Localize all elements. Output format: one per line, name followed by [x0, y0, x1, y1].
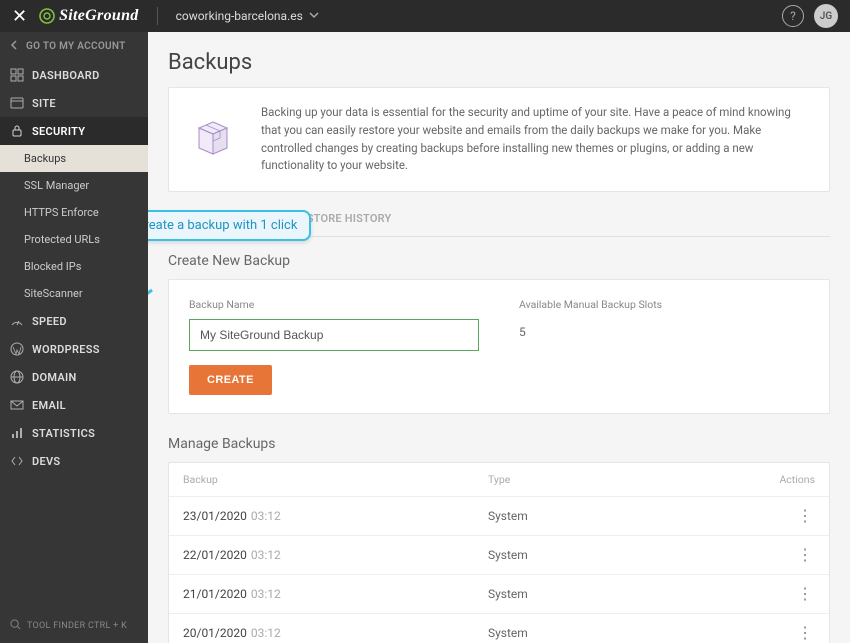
sidebar-sub-backups[interactable]: Backups: [0, 145, 148, 172]
code-icon: [10, 454, 24, 468]
table-header: Backup Type Actions: [169, 463, 829, 496]
avatar[interactable]: JG: [814, 4, 838, 28]
sidebar-item-label: SITE: [32, 97, 56, 110]
dashboard-icon: [10, 68, 24, 82]
sidebar-item-domain[interactable]: DOMAIN: [0, 363, 148, 391]
sidebar-item-label: EMAIL: [32, 399, 66, 412]
backup-date: 20/01/2020: [183, 626, 247, 640]
sidebar-item-label: SPEED: [32, 315, 67, 328]
sidebar-sub-sitescanner[interactable]: SiteScanner: [0, 280, 148, 307]
col-backup: Backup: [183, 473, 488, 486]
info-text: Backing up your data is essential for th…: [261, 104, 809, 175]
backup-type: System: [488, 587, 528, 601]
sidebar-item-devs[interactable]: DEVS: [0, 447, 148, 475]
globe-icon: [10, 370, 24, 384]
sidebar-sub-protected-urls[interactable]: Protected URLs: [0, 226, 148, 253]
backup-time: 03:12: [251, 626, 281, 640]
backup-type: System: [488, 548, 528, 562]
create-button[interactable]: CREATE: [189, 365, 272, 395]
sidebar-item-dashboard[interactable]: DASHBOARD: [0, 61, 148, 89]
wordpress-icon: [10, 342, 24, 356]
table-row: 22/01/2020 03:12 System ⋮: [169, 535, 829, 574]
sidebar-item-label: SECURITY: [32, 125, 85, 138]
backup-date: 23/01/2020: [183, 509, 247, 523]
logo-text: SiteGround: [59, 7, 138, 25]
stats-icon: [10, 426, 24, 440]
topbar: ✕ SiteGround coworking-barcelona.es ? JG: [0, 0, 850, 32]
table-row: 21/01/2020 03:12 System ⋮: [169, 574, 829, 613]
row-actions-icon[interactable]: ⋮: [795, 552, 815, 558]
backup-time: 03:12: [251, 548, 281, 562]
tool-finder[interactable]: TOOL FINDER CTRL + K: [0, 609, 148, 643]
col-type: Type: [488, 473, 755, 486]
row-actions-icon[interactable]: ⋮: [795, 513, 815, 519]
sidebar-item-speed[interactable]: SPEED: [0, 307, 148, 335]
site-icon: [10, 96, 24, 110]
sidebar-item-label: DEVS: [32, 455, 60, 468]
sidebar-sub-https[interactable]: HTTPS Enforce: [0, 199, 148, 226]
sidebar-item-email[interactable]: EMAIL: [0, 391, 148, 419]
logo[interactable]: SiteGround: [39, 7, 138, 25]
slots-label: Available Manual Backup Slots: [519, 298, 809, 311]
sidebar-item-label: STATISTICS: [32, 427, 95, 440]
speed-icon: [10, 314, 24, 328]
lock-icon: [10, 124, 24, 138]
email-icon: [10, 398, 24, 412]
tooltip: Create a backup with 1 click: [148, 210, 311, 241]
table-row: 23/01/2020 03:12 System ⋮: [169, 496, 829, 535]
sidebar-item-site[interactable]: SITE: [0, 89, 148, 117]
backup-name-input[interactable]: [189, 319, 479, 351]
info-card: Backing up your data is essential for th…: [168, 87, 830, 192]
create-panel: Backup Name Available Manual Backup Slot…: [168, 279, 830, 414]
section-create-title: Create New Backup: [168, 253, 830, 269]
slots-value: 5: [519, 319, 809, 339]
backup-time: 03:12: [251, 587, 281, 601]
backup-date: 22/01/2020: [183, 548, 247, 562]
row-actions-icon[interactable]: ⋮: [795, 630, 815, 636]
section-manage-title: Manage Backups: [168, 436, 830, 452]
divider: [157, 7, 158, 25]
backup-name-label: Backup Name: [189, 298, 479, 311]
box-icon: [189, 116, 237, 164]
col-actions: Actions: [755, 473, 815, 486]
close-icon[interactable]: ✕: [12, 6, 27, 27]
backup-date: 21/01/2020: [183, 587, 247, 601]
chevron-down-icon: [309, 9, 319, 23]
backup-type: System: [488, 626, 528, 640]
sidebar-item-statistics[interactable]: STATISTICS: [0, 419, 148, 447]
sidebar-item-label: DASHBOARD: [32, 69, 100, 82]
sidebar-item-label: DOMAIN: [32, 371, 77, 384]
sidebar-item-label: WORDPRESS: [32, 343, 100, 356]
manage-panel: Backup Type Actions 23/01/2020 03:12 Syste…: [168, 462, 830, 643]
tool-finder-label: TOOL FINDER CTRL + K: [27, 621, 127, 631]
site-name: coworking-barcelona.es: [176, 9, 303, 23]
sidebar-item-security[interactable]: SECURITY: [0, 117, 148, 145]
main: Create a backup with 1 click Backups Bac…: [148, 32, 850, 643]
back-label: GO TO MY ACCOUNT: [26, 41, 126, 52]
row-actions-icon[interactable]: ⋮: [795, 591, 815, 597]
sidebar-item-wordpress[interactable]: WORDPRESS: [0, 335, 148, 363]
search-icon: [10, 619, 21, 633]
help-icon[interactable]: ?: [782, 5, 804, 27]
arrow-icon: [148, 234, 160, 304]
sidebar-sub-blocked-ips[interactable]: Blocked IPs: [0, 253, 148, 280]
arrow-left-icon: [10, 40, 20, 53]
page-title: Backups: [168, 50, 830, 75]
sidebar-sub-ssl[interactable]: SSL Manager: [0, 172, 148, 199]
backup-time: 03:12: [251, 509, 281, 523]
sidebar: GO TO MY ACCOUNT DASHBOARD SITE SECURITY…: [0, 32, 148, 643]
table-row: 20/01/2020 03:12 System ⋮: [169, 613, 829, 643]
site-selector[interactable]: coworking-barcelona.es: [176, 9, 319, 23]
backup-type: System: [488, 509, 528, 523]
back-to-account[interactable]: GO TO MY ACCOUNT: [0, 32, 148, 61]
logo-icon: [39, 8, 55, 24]
